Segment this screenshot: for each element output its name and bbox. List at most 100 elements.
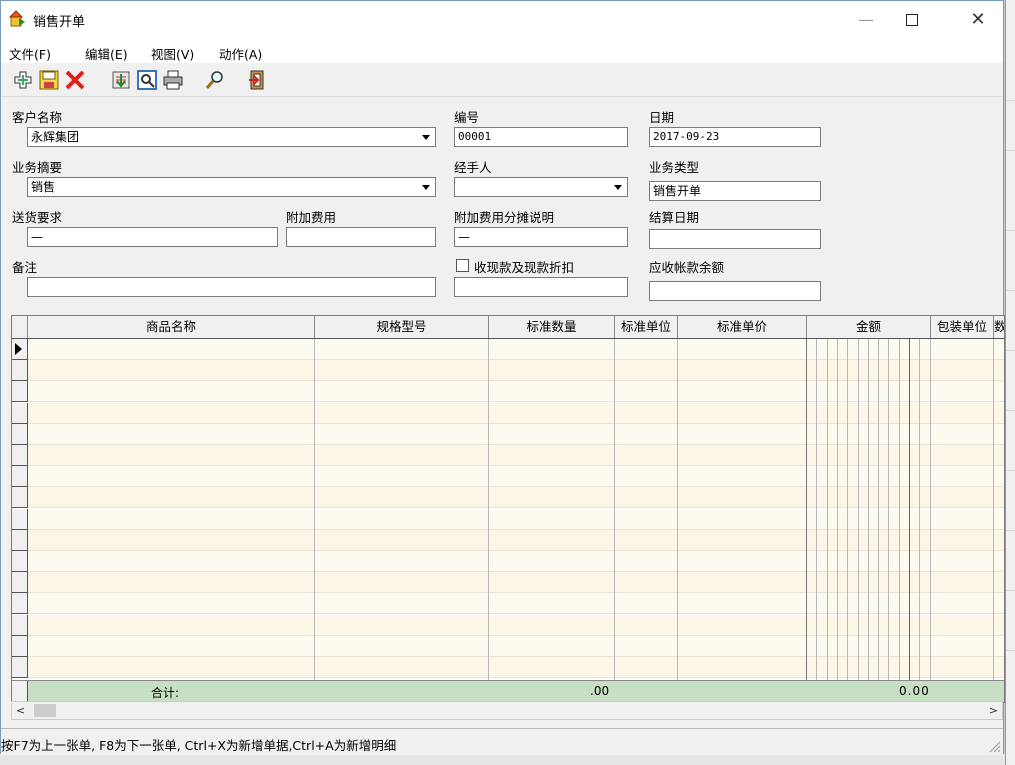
date-field[interactable]: 2017-09-23 xyxy=(649,127,821,147)
col-std-qty[interactable]: 标准数量 xyxy=(489,316,615,338)
table-row[interactable] xyxy=(12,635,1004,657)
col-amount[interactable]: 金额 xyxy=(807,316,931,338)
col-std-price[interactable]: 标准单价 xyxy=(678,316,807,338)
table-row[interactable] xyxy=(12,487,1004,509)
total-row-indicator xyxy=(12,681,28,702)
cash-discount-checkbox[interactable] xyxy=(456,259,469,272)
settle-date-label: 结算日期 xyxy=(649,210,700,225)
grid-header: 商品名称 规格型号 标准数量 标准单位 标准单价 金额 包装单位 数 xyxy=(12,316,1004,339)
receivable-label: 应收帐款余额 xyxy=(649,260,725,275)
background-window-bottom xyxy=(0,754,1005,765)
import-icon xyxy=(112,71,130,89)
biz-type-field[interactable]: 销售开单 xyxy=(649,181,821,201)
table-row[interactable] xyxy=(12,360,1004,382)
table-row[interactable] xyxy=(12,614,1004,636)
summary-label: 业务摘要 xyxy=(12,160,63,175)
table-row[interactable] xyxy=(12,466,1004,488)
chevron-down-icon[interactable] xyxy=(418,129,434,145)
table-row[interactable] xyxy=(12,551,1004,572)
amount-digit-line xyxy=(878,339,879,701)
delete-button[interactable] xyxy=(63,68,87,92)
row-indicator[interactable] xyxy=(12,487,28,509)
add-button[interactable] xyxy=(11,68,35,92)
chevron-down-icon[interactable] xyxy=(610,179,626,195)
col-more[interactable]: 数 xyxy=(994,316,1004,338)
table-row[interactable] xyxy=(12,339,1004,360)
amount-digit-line xyxy=(930,339,931,701)
extra-fee-field[interactable] xyxy=(286,227,436,247)
order-lines-grid[interactable]: 商品名称 规格型号 标准数量 标准单位 标准单价 金额 包装单位 数 合计: .… xyxy=(11,315,1005,703)
row-indicator[interactable] xyxy=(12,381,28,403)
import-button[interactable] xyxy=(109,68,133,92)
row-indicator[interactable] xyxy=(12,339,28,360)
menu-edit[interactable]: 编辑(E) xyxy=(85,44,128,63)
col-sep xyxy=(488,339,489,701)
cash-discount-label: 收现款及现款折扣 xyxy=(474,260,575,275)
maximize-button[interactable] xyxy=(889,1,935,38)
table-row[interactable] xyxy=(12,381,1004,403)
row-indicator[interactable] xyxy=(12,529,28,551)
row-indicator[interactable] xyxy=(12,360,28,382)
handler-select[interactable] xyxy=(454,177,628,197)
order-header-form: 客户名称 永辉集团 编号 00001 日期 2017-09-23 业务摘要 销售… xyxy=(1,97,1003,311)
save-button[interactable] xyxy=(37,68,61,92)
row-indicator[interactable] xyxy=(12,551,28,572)
delivery-field[interactable]: — xyxy=(27,227,278,247)
row-indicator[interactable] xyxy=(12,508,28,530)
row-indicator[interactable] xyxy=(12,423,28,445)
customer-select[interactable]: 永辉集团 xyxy=(27,127,436,147)
summary-select[interactable]: 销售 xyxy=(27,177,436,197)
row-indicator[interactable] xyxy=(12,572,28,594)
row-indicator[interactable] xyxy=(12,635,28,657)
amount-digit-line xyxy=(868,339,869,701)
number-field[interactable]: 00001 xyxy=(454,127,628,147)
preview-button[interactable] xyxy=(135,68,159,92)
table-row[interactable] xyxy=(12,402,1004,424)
exit-button[interactable] xyxy=(245,68,269,92)
row-indicator[interactable] xyxy=(12,593,28,615)
receivable-field[interactable] xyxy=(649,281,821,301)
row-indicator[interactable] xyxy=(12,614,28,636)
col-std-unit[interactable]: 标准单位 xyxy=(615,316,678,338)
menu-view[interactable]: 视图(V) xyxy=(151,44,194,63)
table-row[interactable] xyxy=(12,445,1004,466)
menu-file[interactable]: 文件(F) xyxy=(9,44,51,63)
app-icon xyxy=(9,10,25,27)
chevron-down-icon[interactable] xyxy=(418,179,434,195)
amount-digit-line xyxy=(847,339,848,701)
table-row[interactable] xyxy=(12,572,1004,594)
table-row[interactable] xyxy=(12,657,1004,678)
row-indicator[interactable] xyxy=(12,657,28,678)
table-row[interactable] xyxy=(12,593,1004,615)
scroll-thumb[interactable] xyxy=(34,704,56,717)
table-row[interactable] xyxy=(12,423,1004,445)
fee-note-field[interactable]: — xyxy=(454,227,628,247)
minimize-button[interactable]: — xyxy=(843,1,889,38)
status-bar: 按F7为上一张单, F8为下一张单, Ctrl+X为新增单据,Ctrl+A为新增… xyxy=(1,728,1003,755)
customer-label: 客户名称 xyxy=(12,110,63,125)
print-button[interactable] xyxy=(161,68,185,92)
summary-value: 销售 xyxy=(31,180,56,194)
find-button[interactable] xyxy=(203,68,227,92)
settle-date-field[interactable] xyxy=(649,229,821,249)
menu-action[interactable]: 动作(A) xyxy=(219,44,262,63)
menu-bar: 文件(F) 编辑(E) 视图(V) 动作(A) xyxy=(1,38,1003,63)
col-spec[interactable]: 规格型号 xyxy=(315,316,489,338)
remark-field[interactable] xyxy=(27,277,436,297)
row-indicator[interactable] xyxy=(12,445,28,466)
scroll-left-icon[interactable]: < xyxy=(16,704,25,717)
table-row[interactable] xyxy=(12,529,1004,551)
scroll-right-icon[interactable]: > xyxy=(989,704,998,717)
extra-fee-label: 附加费用 xyxy=(286,210,337,225)
col-pack-unit[interactable]: 包装单位 xyxy=(931,316,994,338)
col-product-name[interactable]: 商品名称 xyxy=(28,316,315,338)
resize-grip-icon[interactable] xyxy=(987,739,1001,753)
amount-digit-line xyxy=(837,339,838,701)
col-sep xyxy=(806,339,807,701)
row-indicator[interactable] xyxy=(12,402,28,424)
table-row[interactable] xyxy=(12,508,1004,530)
grid-hscrollbar[interactable]: < > xyxy=(11,701,1003,720)
cash-discount-field[interactable] xyxy=(454,277,628,297)
close-button[interactable]: ✕ xyxy=(955,1,1001,38)
row-indicator[interactable] xyxy=(12,466,28,488)
